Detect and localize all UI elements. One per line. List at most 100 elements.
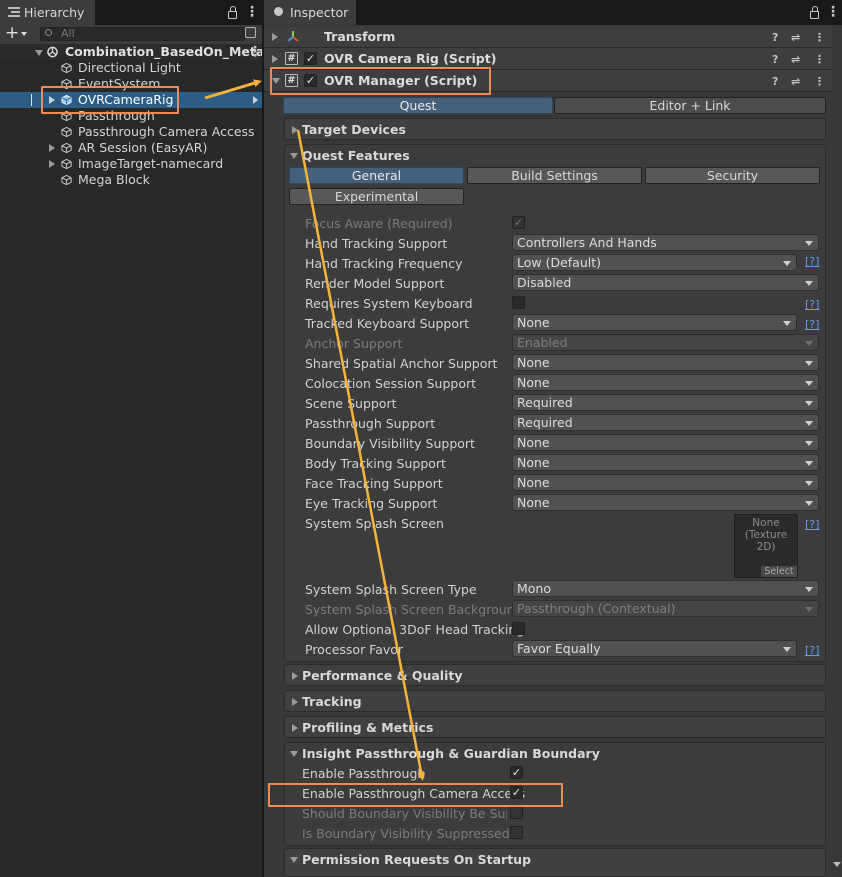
colocation-session-dropdown[interactable]: None <box>512 374 819 391</box>
scene-picker-icon[interactable] <box>245 27 256 38</box>
help-icon[interactable]: ? <box>772 31 778 44</box>
expand-arrow-icon[interactable] <box>290 153 298 159</box>
hierarchy-item-passthrough-camera-access[interactable]: Passthrough Camera Access <box>0 124 262 140</box>
scene-support-dropdown[interactable]: Required <box>512 394 819 411</box>
dropdown-arrow-icon <box>805 341 813 346</box>
tab-quest[interactable]: Quest <box>283 97 553 114</box>
prop-label: Face Tracking Support <box>305 476 443 491</box>
component-enabled-checkbox[interactable]: ✓ <box>304 52 317 65</box>
expand-arrow-icon[interactable] <box>272 33 278 41</box>
tab-build-settings[interactable]: Build Settings <box>467 167 642 184</box>
body-tracking-dropdown[interactable]: None <box>512 454 819 471</box>
help-link[interactable]: [?] <box>805 518 819 531</box>
prop-label: System Splash Screen Background <box>305 602 523 617</box>
tab-editor-link[interactable]: Editor + Link <box>554 97 826 114</box>
prop-label: Anchor Support <box>305 336 403 351</box>
kebab-menu-icon[interactable]: ⋮ <box>248 45 262 59</box>
kebab-menu-icon[interactable]: ⋮ <box>814 75 825 88</box>
lock-icon[interactable] <box>810 6 819 19</box>
expand-arrow-icon[interactable] <box>292 724 298 732</box>
hierarchy-item-label: Mega Block <box>78 172 150 187</box>
prop-label: Hand Tracking Support <box>305 236 448 251</box>
prop-label: Tracked Keyboard Support <box>305 316 470 331</box>
tracked-keyboard-support-dropdown[interactable]: None <box>512 314 797 331</box>
inspector-scrollbar[interactable] <box>832 25 842 877</box>
component-transform[interactable]: Transform ? ⇌ ⋮ <box>264 26 832 48</box>
splash-type-dropdown[interactable]: Mono <box>512 580 819 597</box>
render-model-support-dropdown[interactable]: Disabled <box>512 274 819 291</box>
texture-select-button[interactable]: Select <box>761 566 797 577</box>
info-icon <box>274 7 283 16</box>
kebab-menu-icon[interactable]: ⋮ <box>245 5 259 19</box>
expand-arrow-icon[interactable] <box>272 55 278 63</box>
dropdown-value: Disabled <box>517 275 572 290</box>
help-link[interactable]: [?] <box>805 255 819 268</box>
kebab-menu-icon[interactable]: ⋮ <box>814 31 825 44</box>
prop-label: Eye Tracking Support <box>305 496 438 511</box>
prop-label: Passthrough Support <box>305 416 436 431</box>
passthrough-support-dropdown[interactable]: Required <box>512 414 819 431</box>
expand-arrow-icon[interactable] <box>290 751 298 757</box>
highlight-box-camera-access <box>268 783 563 807</box>
expand-arrow-icon[interactable] <box>49 144 55 152</box>
hand-tracking-support-dropdown[interactable]: Controllers And Hands <box>512 234 819 251</box>
dropdown-arrow-icon <box>783 647 791 652</box>
hierarchy-root-row[interactable]: Combination_BasedOn_MetaXI ⋮ <box>0 44 279 60</box>
hierarchy-icon <box>8 7 20 17</box>
expand-arrow-icon[interactable] <box>290 857 298 863</box>
face-tracking-dropdown[interactable]: None <box>512 474 819 491</box>
allow-3dof-checkbox[interactable] <box>512 622 525 635</box>
help-link[interactable]: [?] <box>805 298 819 311</box>
prop-body-tracking-support: Body Tracking Support None <box>305 454 830 472</box>
hierarchy-item-mega-block[interactable]: Mega Block <box>0 172 262 188</box>
expand-arrow-icon[interactable] <box>35 50 43 56</box>
tab-inspector[interactable]: Inspector <box>264 0 356 25</box>
kebab-menu-icon[interactable]: ⋮ <box>826 5 840 19</box>
help-link[interactable]: [?] <box>805 318 819 331</box>
tab-general[interactable]: General <box>289 167 464 184</box>
scroll-down-arrow-icon[interactable] <box>833 862 841 867</box>
section-tracking[interactable]: Tracking <box>284 690 826 712</box>
search-input[interactable]: All <box>40 27 245 41</box>
shared-spatial-anchor-dropdown[interactable]: None <box>512 354 819 371</box>
help-link[interactable]: [?] <box>805 644 819 657</box>
tab-experimental[interactable]: Experimental <box>289 188 464 205</box>
boundary-visibility-dropdown[interactable]: None <box>512 434 819 451</box>
preset-icon[interactable]: ⇌ <box>791 53 800 66</box>
prop-eye-tracking-support: Eye Tracking Support None <box>305 494 830 512</box>
expand-arrow-icon[interactable] <box>49 160 55 168</box>
section-permission-requests[interactable]: Permission Requests On Startup <box>284 848 826 877</box>
hand-tracking-frequency-dropdown[interactable]: Low (Default) <box>512 254 797 271</box>
section-performance-quality[interactable]: Performance & Quality <box>284 664 826 686</box>
preset-icon[interactable]: ⇌ <box>791 75 800 88</box>
kebab-menu-icon[interactable]: ⋮ <box>814 53 825 66</box>
tab-hierarchy[interactable]: Hierarchy <box>0 0 95 25</box>
tab-security[interactable]: Security <box>645 167 820 184</box>
eye-tracking-dropdown[interactable]: None <box>512 494 819 511</box>
help-icon[interactable]: ? <box>772 75 778 88</box>
hierarchy-item-imagetarget[interactable]: ImageTarget-namecard <box>0 156 262 172</box>
dropdown-arrow-icon <box>783 321 791 326</box>
hierarchy-item-directional-light[interactable]: Directional Light <box>0 60 262 76</box>
highlight-box-ovrcamerarig <box>41 86 179 114</box>
expand-arrow-icon[interactable] <box>292 672 298 680</box>
add-button[interactable]: + <box>5 25 33 44</box>
help-icon[interactable]: ? <box>772 53 778 66</box>
dropdown-arrow-icon <box>805 401 813 406</box>
processor-favor-dropdown[interactable]: Favor Equally <box>512 640 797 657</box>
lock-icon[interactable] <box>228 6 237 19</box>
section-target-devices[interactable]: Target Devices <box>284 118 826 140</box>
section-title: Target Devices <box>302 122 406 137</box>
chevron-right-icon[interactable] <box>253 96 258 104</box>
prop-colocation-session-support: Colocation Session Support None <box>305 374 830 392</box>
preset-icon[interactable]: ⇌ <box>791 31 800 44</box>
requires-system-keyboard-checkbox[interactable] <box>512 296 525 309</box>
focus-aware-checkbox: ✓ <box>512 216 525 229</box>
enable-passthrough-checkbox[interactable]: ✓ <box>510 766 523 779</box>
expand-arrow-icon[interactable] <box>292 698 298 706</box>
prop-processor-favor: Processor Favor Favor Equally [?] <box>305 640 830 658</box>
dropdown-arrow-icon <box>805 461 813 466</box>
expand-arrow-icon[interactable] <box>292 126 298 134</box>
section-profiling-metrics[interactable]: Profiling & Metrics <box>284 716 826 738</box>
hierarchy-item-ar-session[interactable]: AR Session (EasyAR) <box>0 140 262 156</box>
